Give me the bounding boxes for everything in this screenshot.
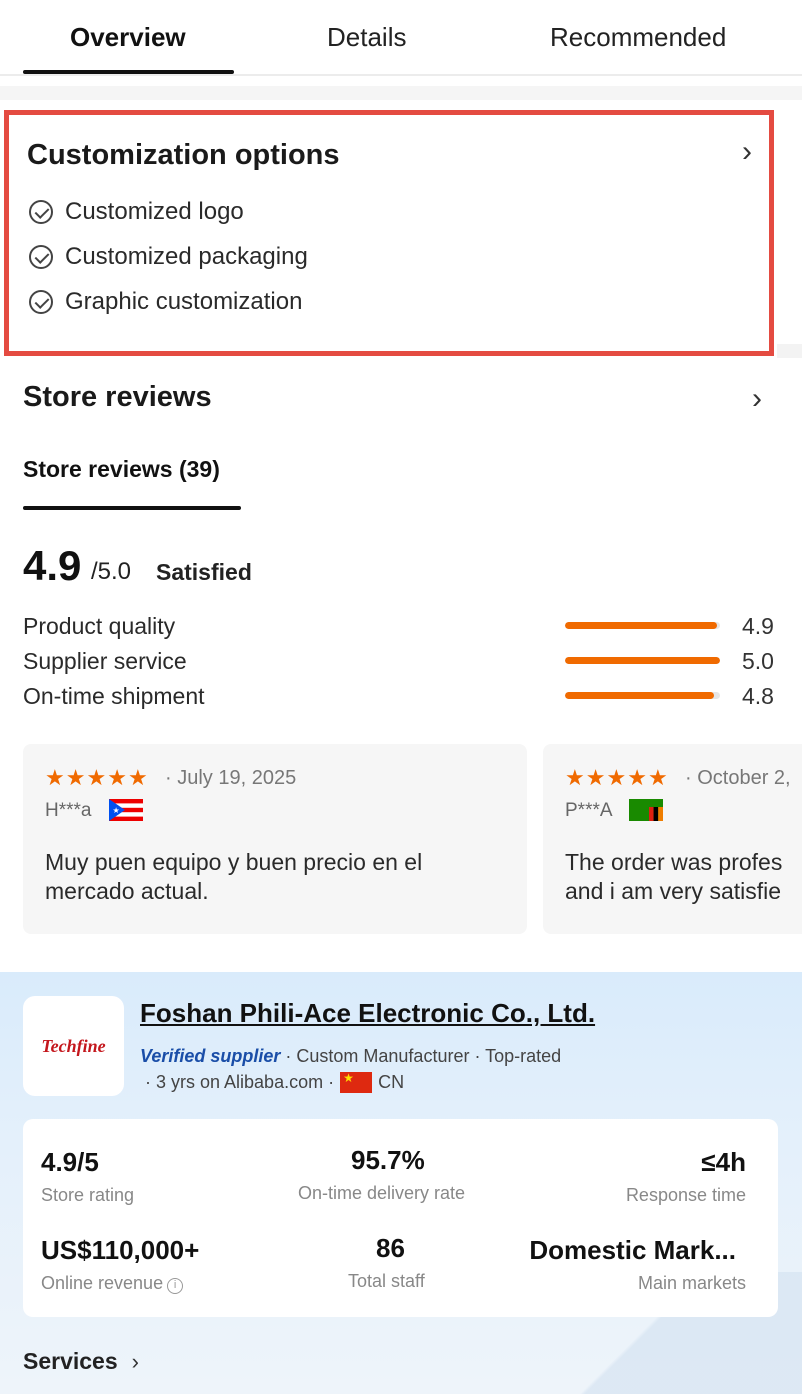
metric-bar [565, 657, 720, 664]
metric-label: Supplier service [23, 648, 187, 674]
stat-value: 4.9/5 [41, 1147, 99, 1177]
chevron-right-icon[interactable]: › [752, 382, 762, 416]
supplier-section: Techfine Foshan Phili-Ace Electronic Co.… [0, 972, 802, 1394]
review-text-line: and i am very satisfie [565, 878, 782, 904]
overall-score: 4.9 [23, 542, 82, 589]
supplier-stats-card: 4.9/5 Store rating 95.7% On-time deliver… [23, 1119, 778, 1317]
metric-value: 4.9 [742, 613, 774, 639]
stat-label: On-time delivery rate [298, 1183, 466, 1203]
metric-bar-fill [565, 692, 714, 699]
stat-value: ≤4h [701, 1147, 746, 1177]
active-tab-indicator [23, 70, 234, 74]
review-text: The order was profes and i am very satis… [565, 848, 782, 906]
review-text-line: Muy puen equipo y buen precio en el [45, 849, 423, 875]
tab-overview[interactable]: Overview [70, 22, 186, 53]
section-divider [777, 344, 802, 358]
chevron-right-icon: › [131, 1348, 139, 1374]
review-date: · July 19, 2025 [165, 767, 297, 789]
tab-details[interactable]: Details [327, 22, 406, 53]
review-text-line: mercado actual. [45, 878, 209, 904]
customization-option-label: Graphic customization [65, 288, 303, 315]
stat-value: 86 [376, 1233, 405, 1263]
supplier-badges: Verified supplier · Custom Manufacturer … [140, 1046, 561, 1067]
services-label: Services [23, 1348, 118, 1374]
star-icon: ★ [585, 765, 606, 790]
customization-title: Customization options [27, 139, 340, 171]
active-subtab-indicator [23, 506, 241, 510]
star-icon: ★ [107, 765, 127, 790]
stat-value: 95.7% [351, 1145, 425, 1175]
check-circle-icon [29, 200, 53, 224]
section-divider [0, 86, 802, 100]
metric-bar-fill [565, 622, 717, 629]
supplier-tags: · Custom Manufacturer · Top-rated [285, 1046, 562, 1066]
star-icon: ★ [606, 765, 627, 790]
score-max: /5.0 [91, 558, 132, 585]
check-circle-icon [29, 245, 53, 269]
stat-label: Online revenue [41, 1273, 164, 1293]
svg-text:★: ★ [113, 806, 120, 815]
metric-bar-fill [565, 657, 720, 664]
star-icon: ★ [86, 765, 107, 790]
star-icon: ★ [647, 765, 668, 790]
puerto-rico-flag-icon: ★ [109, 799, 143, 821]
stat-label: Store rating [41, 1185, 135, 1205]
star-rating: ★ ★ ★ ★ ★ [45, 766, 149, 790]
china-flag-icon [340, 1071, 373, 1093]
star-rating: ★ ★ ★ ★ ★ [565, 766, 669, 790]
stat-label-with-info: Online revenue i [41, 1273, 184, 1294]
customization-options-card[interactable]: Customization options Customized logo Cu… [4, 110, 774, 356]
star-icon: ★ [627, 765, 647, 790]
star-icon: ★ [45, 765, 65, 790]
supplier-logo[interactable]: Techfine [23, 996, 124, 1096]
customization-option-label: Customized logo [65, 198, 244, 225]
stat-label: Total staff [348, 1271, 425, 1291]
supplier-country: CN [378, 1072, 405, 1092]
verified-supplier-badge: Verified supplier [140, 1046, 281, 1066]
zambia-flag-icon [629, 799, 663, 821]
review-card[interactable]: ★ ★ ★ ★ ★ · July 19, 2025 H***a ★ Muy puen e… [23, 744, 527, 934]
stat-label: Main markets [637, 1273, 746, 1293]
tab-recommended[interactable]: Recommended [550, 22, 726, 53]
reviewer-name: P***A [565, 800, 613, 821]
stat-value: US$110,000+ [41, 1235, 200, 1265]
metric-value: 5.0 [742, 648, 774, 674]
supplier-meta: · 3 yrs on Alibaba.com · CN [145, 1071, 405, 1093]
star-icon: ★ [65, 765, 86, 790]
top-tab-bar: Overview Details Recommended [0, 0, 802, 76]
customization-option: Customized logo [29, 197, 244, 227]
review-text-line: The order was profes [565, 849, 783, 875]
check-circle-icon [29, 290, 53, 314]
customization-option: Customized packaging [29, 242, 308, 272]
supplier-years: · 3 yrs on Alibaba.com · [145, 1072, 335, 1092]
services-link[interactable]: Services › [23, 1348, 139, 1375]
store-reviews-title: Store reviews [23, 381, 212, 413]
score-summary: Satisfied [156, 559, 252, 585]
review-card[interactable]: ★ ★ ★ ★ ★ · October 2, P***A The order was p… [543, 744, 802, 934]
customization-option-label: Customized packaging [65, 243, 308, 270]
customization-option: Graphic customization [29, 287, 302, 317]
metric-label: Product quality [23, 613, 176, 639]
star-icon: ★ [565, 765, 585, 790]
stat-value: Domestic Mark... [529, 1235, 736, 1265]
star-icon: ★ [127, 765, 148, 790]
stat-label: Response time [625, 1185, 746, 1205]
reviewer-name: H***a [45, 800, 92, 821]
tab-store-reviews[interactable]: Store reviews (39) [23, 456, 220, 483]
supplier-logo-text: Techfine [41, 1035, 106, 1056]
metric-bar [565, 692, 720, 699]
metric-label: On-time shipment [23, 683, 205, 709]
chevron-right-icon[interactable]: › [742, 135, 752, 169]
metric-value: 4.8 [742, 683, 774, 709]
supplier-name-link[interactable]: Foshan Phili-Ace Electronic Co., Ltd. [140, 998, 595, 1029]
review-date: · October 2, [685, 767, 791, 789]
metric-bar [565, 622, 720, 629]
info-icon[interactable]: i [167, 1278, 184, 1294]
review-text: Muy puen equipo y buen precio en el merc… [45, 848, 422, 906]
